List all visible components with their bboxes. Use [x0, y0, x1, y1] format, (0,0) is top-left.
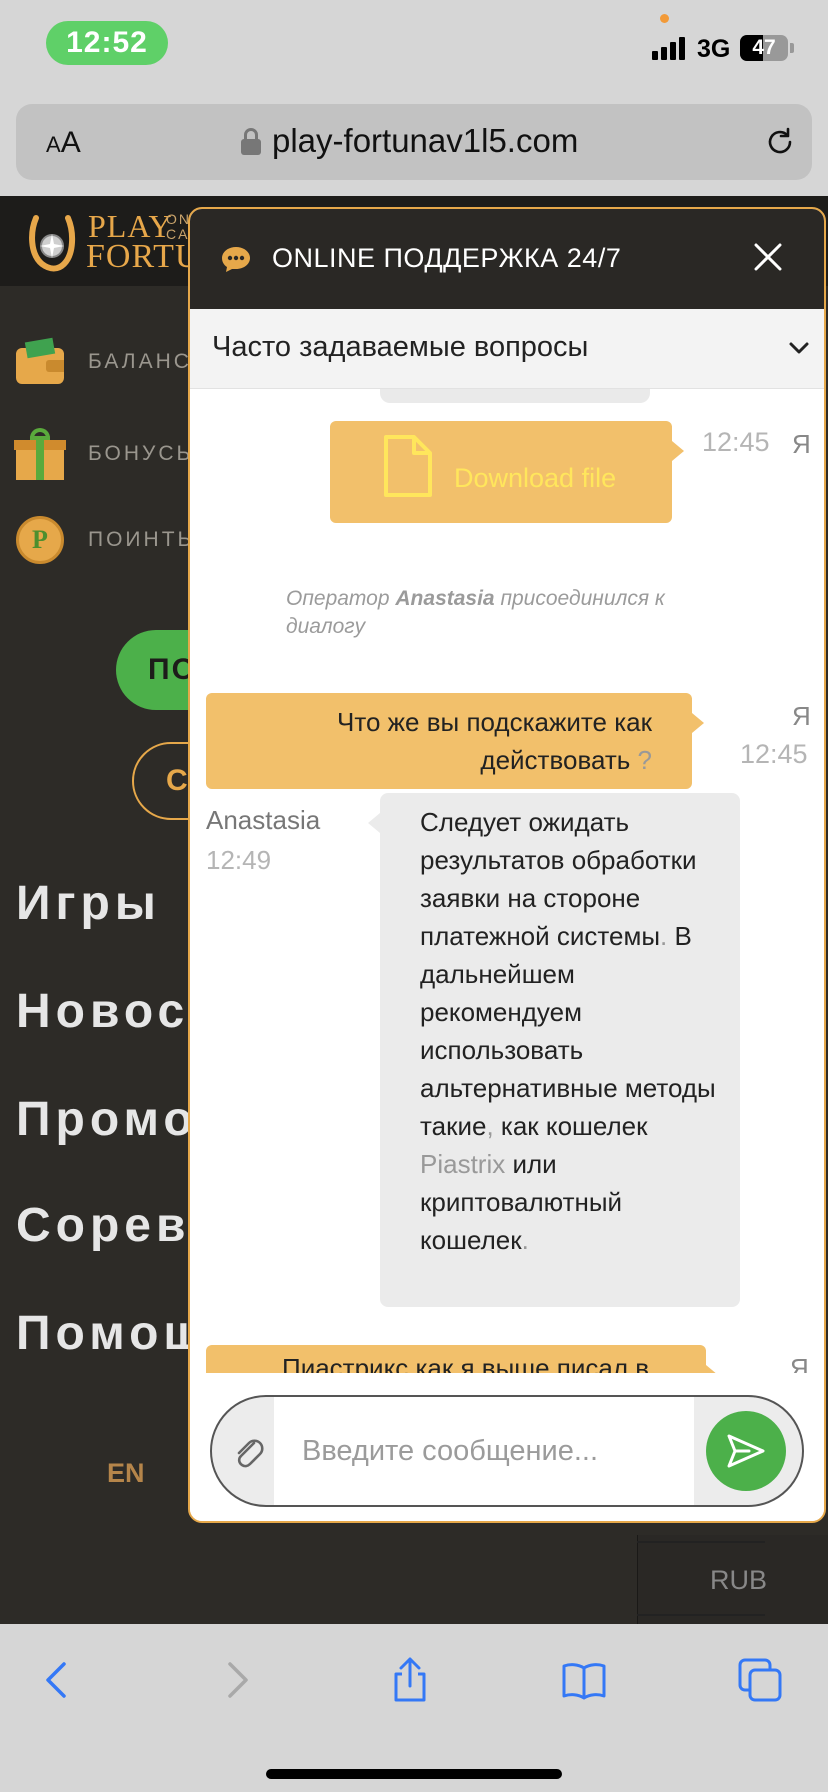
address-bar[interactable]: AA play-fortunav1l5.com	[16, 104, 812, 180]
language-switch[interactable]: EN	[107, 1458, 145, 1489]
forward-icon[interactable]	[212, 1656, 260, 1704]
menu-item-balance[interactable]: БАЛАНС	[16, 337, 192, 384]
message-input[interactable]	[302, 1425, 682, 1477]
chevron-down-icon	[789, 342, 809, 354]
text-size-button[interactable]: AA	[46, 126, 81, 160]
privacy-indicator	[660, 14, 669, 23]
menu-item-label: БАЛАНС	[88, 350, 192, 373]
logo-text-fortuna: FORTU	[86, 238, 201, 275]
home-indicator	[266, 1769, 562, 1779]
send-button[interactable]	[706, 1411, 786, 1491]
my-message-bubble[interactable]: Пиастрикс как я выше писал в	[206, 1345, 718, 1373]
divider	[637, 1614, 765, 1616]
faq-label: Часто задаваемые вопросы	[212, 331, 589, 363]
message-text: Пиастрикс как я выше писал в	[282, 1353, 650, 1373]
share-icon[interactable]	[386, 1656, 434, 1704]
safari-top-bar: AA play-fortunav1l5.com	[0, 96, 828, 196]
text-size-big: A	[60, 126, 81, 159]
message-time: 12:45	[740, 739, 808, 769]
url-text[interactable]: play-fortunav1l5.com	[272, 122, 578, 160]
agent-message-bubble[interactable]: Следует ожидать результатов обработки за…	[368, 793, 740, 1307]
message-text-main: Что же вы подскажите как действовать	[337, 707, 652, 775]
chat-bubble-icon	[222, 247, 250, 272]
nav-help[interactable]: Помощ	[16, 1306, 209, 1361]
agent-name: Anastasia	[206, 805, 321, 835]
file-icon	[384, 435, 432, 497]
battery-cap	[790, 43, 794, 53]
previous-message-fragment	[380, 389, 650, 403]
send-icon	[727, 1434, 765, 1468]
message-time: 12:49	[206, 845, 272, 875]
message-text-mark: ?	[630, 745, 652, 775]
my-message-bubble[interactable]: Что же вы подскажите как действовать ?	[206, 693, 704, 789]
battery-icon: 47	[740, 35, 788, 61]
menu-item-label: БОНУСЫ	[88, 442, 199, 465]
menu-item-points[interactable]: P ПОИНТЫ	[16, 516, 199, 564]
answer-dot-2: .	[521, 1225, 529, 1255]
network-type: 3G	[697, 35, 731, 63]
message-input-container	[210, 1395, 804, 1507]
divider	[637, 1541, 765, 1543]
points-coin-icon: P	[16, 516, 64, 564]
signal-icon	[652, 36, 685, 60]
tabs-icon[interactable]	[736, 1656, 784, 1704]
system-message-prefix: Оператор	[286, 587, 396, 610]
answer-brand: Piastrix	[420, 1149, 506, 1179]
answer-text-1: Следует ожидать результатов обработки за…	[420, 807, 697, 951]
message-sender: Я	[792, 701, 811, 731]
menu-item-label: ПОИНТЫ	[88, 528, 200, 551]
chat-message-list[interactable]: Download file 12:45 Я Оператор Anastasia…	[190, 389, 824, 1373]
file-message-bubble[interactable]: Download file	[330, 421, 684, 523]
answer-text-3: как кошелек	[493, 1111, 648, 1141]
currency-label[interactable]: RUB	[710, 1565, 767, 1596]
nav-promo[interactable]: Промо	[16, 1092, 198, 1147]
system-message: Оператор Anastasia присоединился к диало…	[286, 585, 716, 641]
nav-tournaments[interactable]: Сорев	[16, 1198, 191, 1253]
message-sender: Я	[792, 429, 811, 459]
status-bar: 12:52 3G 47	[0, 0, 828, 96]
operator-name: Anastasia	[395, 587, 495, 610]
input-background	[274, 1397, 694, 1505]
menu-item-bonuses[interactable]: БОНУСЫ	[14, 428, 199, 480]
nav-games[interactable]: Игры	[16, 876, 161, 931]
gift-icon	[14, 428, 66, 480]
composer	[190, 1373, 824, 1521]
chat-title: ONLINE ПОДДЕРЖКА 24/7	[272, 243, 622, 273]
answer-text-2: В дальнейшем рекомендуем использовать ал…	[420, 921, 716, 1141]
message-sender: Я	[790, 1353, 809, 1373]
message-text: Что же вы подскажите как действовать ?	[252, 703, 652, 779]
wallet-icon	[16, 337, 64, 384]
reload-icon[interactable]	[764, 126, 796, 158]
support-chat-panel: ONLINE ПОДДЕРЖКА 24/7 Часто задаваемые в…	[188, 207, 826, 1523]
horseshoe-logo-icon[interactable]	[28, 212, 76, 272]
lock-icon	[241, 128, 261, 156]
text-size-small: A	[46, 132, 61, 157]
answer-comma: ,	[486, 1111, 494, 1141]
message-time: 12:45	[702, 427, 770, 457]
back-icon[interactable]	[34, 1656, 82, 1704]
paperclip-icon[interactable]	[232, 1435, 264, 1471]
safari-toolbar	[0, 1624, 828, 1792]
close-icon[interactable]	[752, 241, 784, 273]
faq-dropdown[interactable]: Часто задаваемые вопросы	[190, 309, 824, 389]
bookmarks-icon[interactable]	[560, 1656, 608, 1704]
battery-percent: 47	[752, 36, 776, 59]
download-file-link[interactable]: Download file	[454, 463, 616, 494]
chat-header: ONLINE ПОДДЕРЖКА 24/7	[190, 209, 824, 309]
message-text: Следует ожидать результатов обработки за…	[420, 803, 720, 1259]
clock: 12:52	[46, 21, 168, 65]
